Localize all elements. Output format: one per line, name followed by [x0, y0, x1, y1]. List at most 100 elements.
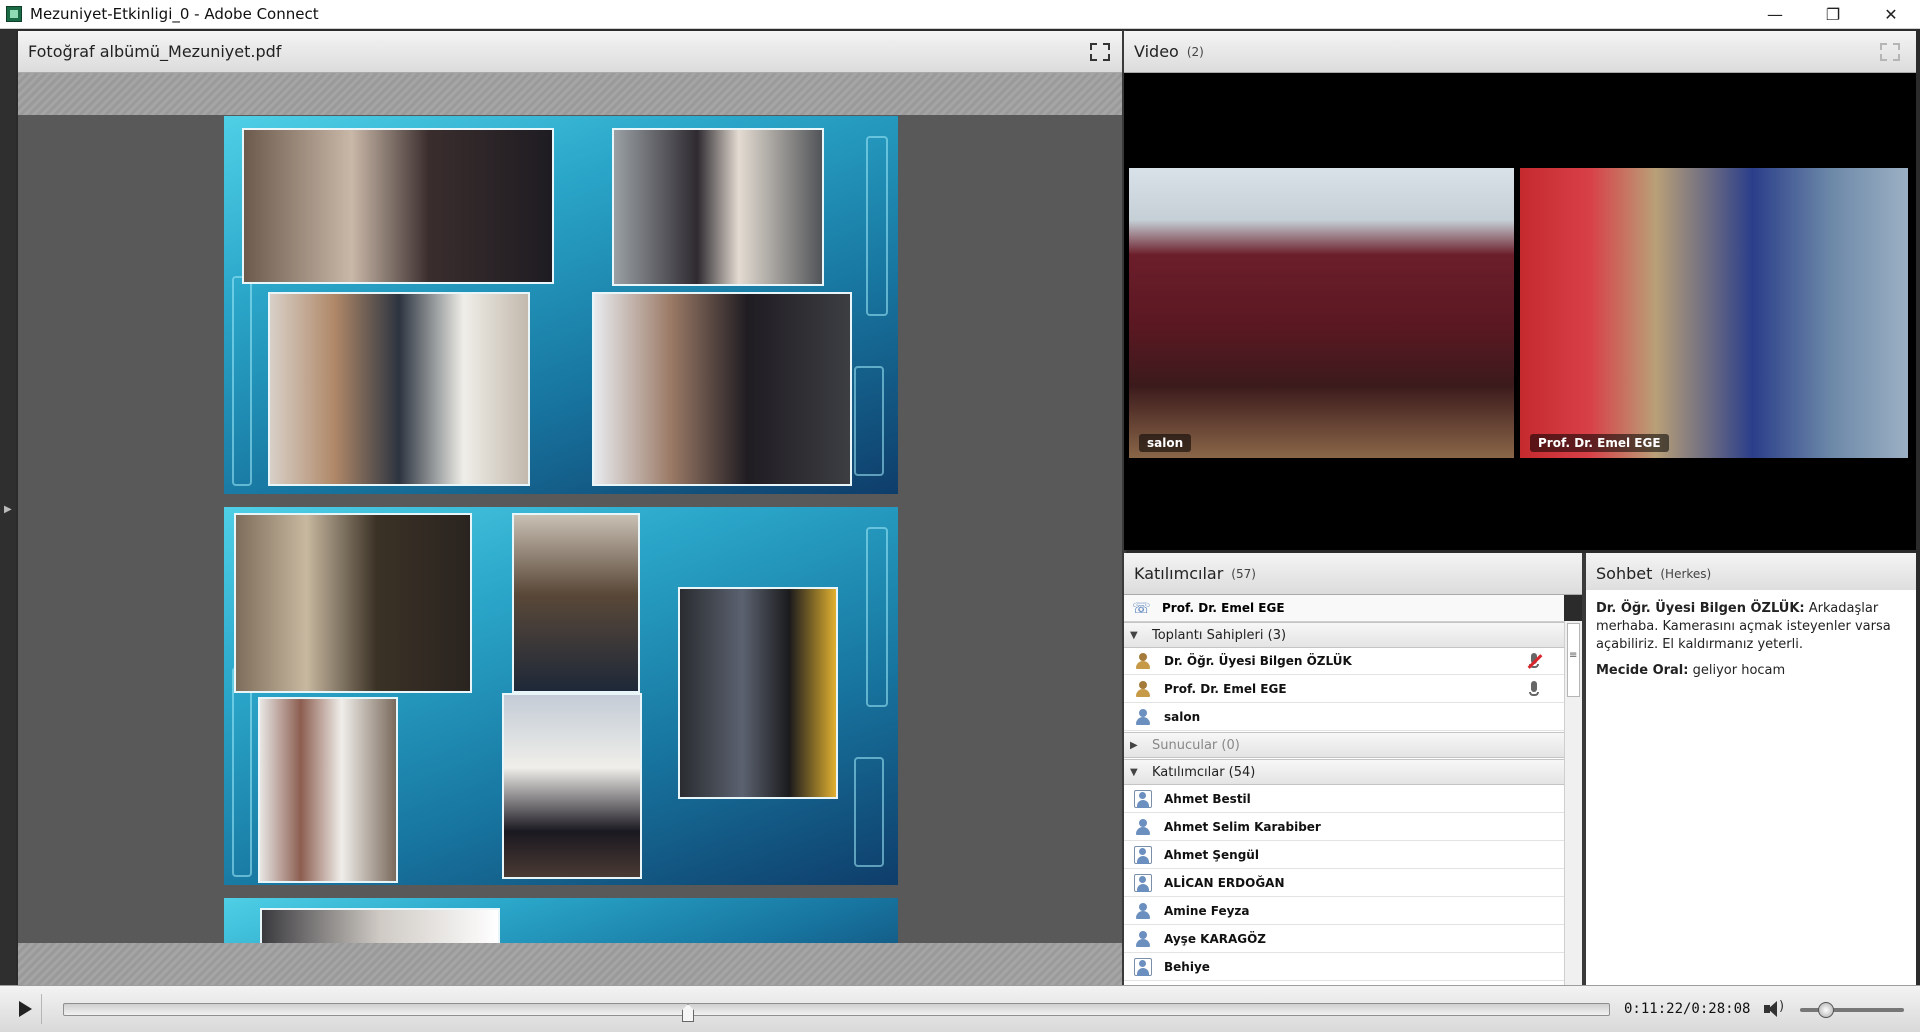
attendee-row[interactable]: salon: [1124, 704, 1564, 731]
left-collapse-strip[interactable]: ▶: [0, 30, 16, 985]
participants-group-header[interactable]: ▼ Katılımcılar (54): [1124, 759, 1564, 785]
hosts-group-header[interactable]: ▼ Toplantı Sahipleri (3): [1124, 622, 1564, 648]
maximize-video-icon[interactable]: [1880, 43, 1900, 61]
attendee-row[interactable]: Ayşe KARAGÖZ: [1124, 926, 1564, 953]
attendee-row[interactable]: Dr. Öğr. Üyesi Bilgen ÖZLÜK: [1124, 648, 1564, 675]
guest-user-icon: [1134, 846, 1152, 864]
video-area: salon Prof. Dr. Emel EGE: [1124, 73, 1916, 550]
chat-sender: Mecide Oral:: [1596, 663, 1689, 678]
attendee-name: Ahmet Selim Karabiber: [1164, 820, 1321, 834]
attendees-pod-count: (57): [1231, 566, 1256, 581]
attendee-name: Ahmet Bestil: [1164, 792, 1251, 806]
guest-user-icon: [1134, 790, 1152, 808]
guest-user-icon: [1134, 874, 1152, 892]
attendee-row[interactable]: ALİCAN ERDOĞAN: [1124, 870, 1564, 897]
presenters-group-label: Sunucular (0): [1152, 737, 1240, 753]
seek-bar[interactable]: [63, 1003, 1610, 1016]
chat-pod-header: Sohbet (Herkes): [1586, 553, 1916, 595]
attendees-list[interactable]: ☏ Prof. Dr. Emel EGE ▼ Toplantı Sahipler…: [1124, 595, 1564, 985]
active-speaker-row[interactable]: ☏ Prof. Dr. Emel EGE: [1124, 595, 1564, 622]
restore-button[interactable]: ❐: [1804, 0, 1862, 29]
playback-time: 0:11:22/0:28:08: [1624, 1001, 1751, 1017]
chat-scope: (Herkes): [1660, 566, 1712, 581]
chat-sender: Dr. Öğr. Üyesi Bilgen ÖZLÜK:: [1596, 601, 1805, 616]
chat-message: Dr. Öğr. Üyesi Bilgen ÖZLÜK: Arkadaşlar …: [1596, 600, 1906, 654]
photo-6: [512, 513, 640, 693]
attendee-row[interactable]: Prof. Dr. Emel EGE: [1124, 676, 1564, 703]
speaker-icon[interactable]: [1762, 999, 1788, 1019]
collapsed-triangle-icon[interactable]: ▶: [1130, 740, 1142, 751]
microphone-muted-icon: [1526, 652, 1543, 670]
presenters-group-header[interactable]: ▶ Sunucular (0): [1124, 732, 1564, 758]
window-title-bar: Mezuniyet-Etkinligi_0 - Adobe Connect — …: [0, 0, 1920, 29]
video-pod-title: Video: [1134, 42, 1179, 61]
attendee-name: Ayşe KARAGÖZ: [1164, 932, 1267, 946]
attendee-row[interactable]: Ahmet Şengül: [1124, 842, 1564, 869]
chat-text: geliyor hocam: [1692, 663, 1786, 678]
hosts-group-label: Toplantı Sahipleri (3): [1152, 627, 1287, 643]
window-controls: — ❐ ✕: [1746, 0, 1920, 29]
expand-arrow-icon[interactable]: ▶: [4, 504, 12, 515]
attendee-name: Behiye: [1164, 960, 1210, 974]
user-icon: [1134, 818, 1152, 836]
window-title: Mezuniyet-Etkinligi_0 - Adobe Connect: [30, 5, 319, 23]
host-user-icon: [1134, 652, 1152, 670]
attendee-row[interactable]: Ahmet Bestil: [1124, 786, 1564, 813]
share-pod-header: Fotoğraf albümü_Mezuniyet.pdf: [18, 31, 1122, 73]
active-speaker-name: Prof. Dr. Emel EGE: [1162, 601, 1285, 615]
phone-icon: ☏: [1132, 599, 1151, 617]
play-button[interactable]: [6, 994, 42, 1024]
photo-3: [268, 292, 530, 486]
attendees-pod-title: Katılımcılar: [1134, 564, 1224, 583]
video-feed-label: salon: [1139, 434, 1192, 452]
video-feed-label: Prof. Dr. Emel EGE: [1530, 434, 1669, 452]
document-margin-top: [18, 73, 1122, 115]
shared-document-view[interactable]: [18, 73, 1122, 985]
user-icon: [1134, 930, 1152, 948]
attendee-row[interactable]: Ahmet Selim Karabiber: [1124, 814, 1564, 841]
expand-triangle-icon[interactable]: ▼: [1130, 630, 1142, 641]
photo-9: [502, 693, 642, 879]
share-pod-title: Fotoğraf albümü_Mezuniyet.pdf: [28, 42, 282, 61]
photo-4: [592, 292, 852, 486]
video-feed-presenter[interactable]: Prof. Dr. Emel EGE: [1520, 168, 1908, 458]
attendee-row[interactable]: Behiye: [1124, 954, 1564, 981]
photo-1: [242, 128, 554, 284]
volume-handle[interactable]: [1818, 1002, 1834, 1018]
speaker-waves-icon: ): [1779, 999, 1785, 1014]
video-pod-header: Video (2): [1124, 31, 1916, 73]
video-pod-count: (2): [1186, 44, 1204, 59]
expand-triangle-icon[interactable]: ▼: [1130, 767, 1142, 778]
attendees-scroll-thumb[interactable]: [1567, 623, 1580, 697]
chat-pod-title: Sohbet: [1596, 564, 1653, 583]
attendee-name: ALİCAN ERDOĞAN: [1164, 876, 1285, 890]
microphone-icon: [1526, 680, 1542, 698]
chat-messages: Dr. Öğr. Üyesi Bilgen ÖZLÜK: Arkadaşlar …: [1586, 590, 1916, 985]
guest-user-icon: [1134, 958, 1152, 976]
photo-7: [678, 587, 838, 799]
user-icon: [1134, 902, 1152, 920]
attendee-name: Ahmet Şengül: [1164, 848, 1259, 862]
maximize-share-icon[interactable]: [1090, 43, 1110, 61]
attendee-name: Dr. Öğr. Üyesi Bilgen ÖZLÜK: [1164, 654, 1352, 668]
attendee-row[interactable]: Amine Feyza: [1124, 898, 1564, 925]
host-user-icon: [1134, 680, 1152, 698]
playback-bar: 0:11:22/0:28:08 ): [0, 985, 1920, 1032]
attendee-name: Amine Feyza: [1164, 904, 1250, 918]
adobe-connect-app-icon: [6, 6, 22, 22]
document-margin-bottom: [18, 943, 1122, 985]
chat-message: Mecide Oral: geliyor hocam: [1596, 662, 1906, 680]
minimize-button[interactable]: —: [1746, 0, 1804, 29]
volume-slider[interactable]: [1800, 1008, 1904, 1012]
user-icon: [1134, 708, 1152, 726]
photo-2: [612, 128, 824, 286]
attendee-name: Prof. Dr. Emel EGE: [1164, 682, 1287, 696]
attendees-scrollbar[interactable]: [1564, 621, 1582, 985]
pdf-page-2: [224, 507, 898, 885]
video-feed-salon[interactable]: salon: [1129, 168, 1514, 458]
participants-group-label: Katılımcılar (54): [1152, 764, 1256, 780]
attendees-pod-header: Katılımcılar (57): [1124, 553, 1582, 595]
attendee-name: salon: [1164, 710, 1201, 724]
photo-5: [234, 513, 472, 693]
close-button[interactable]: ✕: [1862, 0, 1920, 29]
